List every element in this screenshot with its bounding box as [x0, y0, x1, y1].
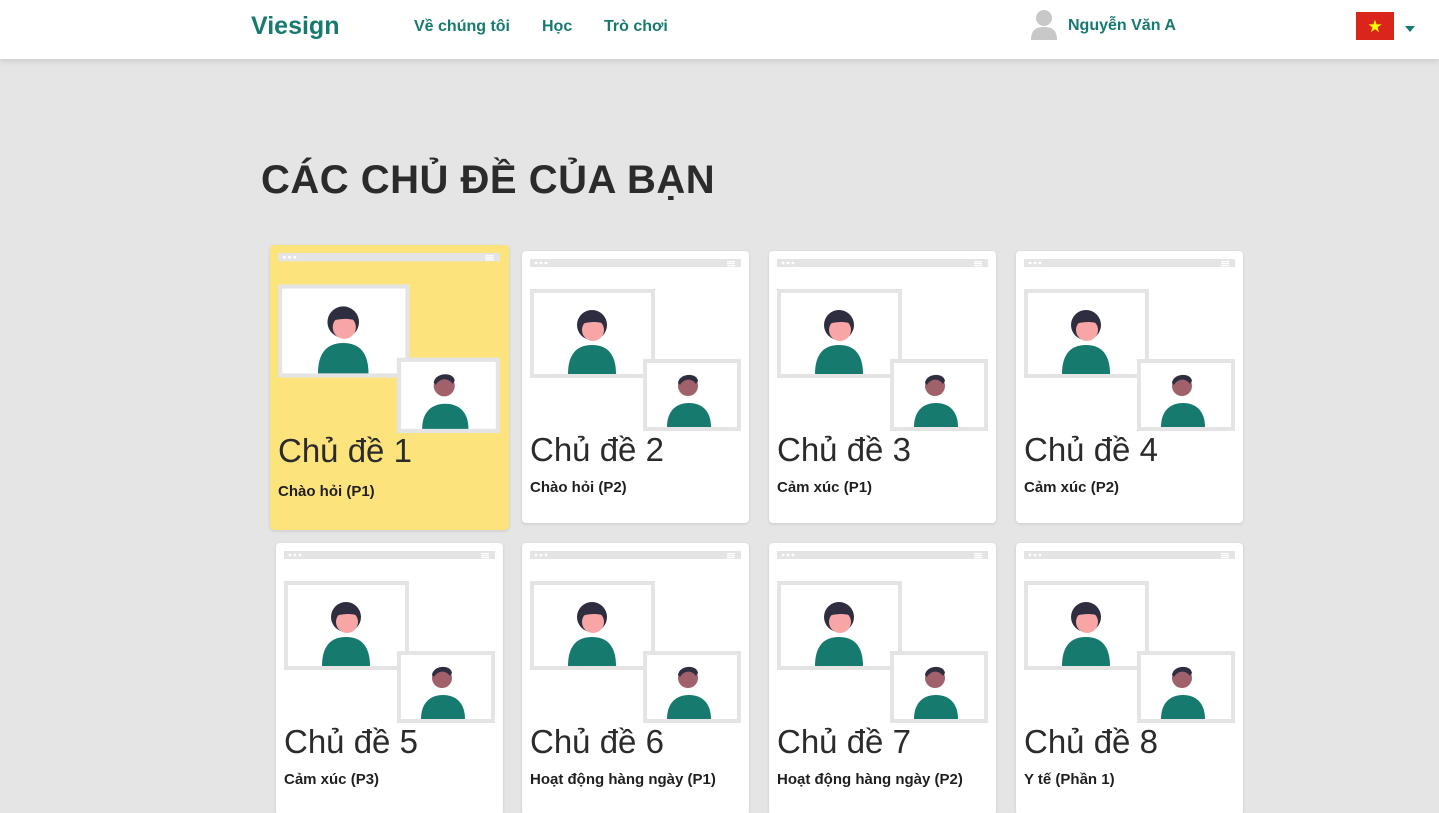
topic-title: Chủ đề 6 — [530, 723, 664, 760]
topic-subtitle: Chào hỏi (P1) — [278, 483, 375, 500]
topic-subtitle: Cảm xúc (P2) — [1024, 479, 1120, 496]
top-navbar: Viesign Về chúng tôi Học Trò chơi Nguyễn… — [0, 0, 1439, 59]
topic-subtitle: Cảm xúc (P3) — [284, 771, 380, 788]
topic-card-1[interactable]: Chủ đề 1 Chào hỏi (P1) — [270, 245, 509, 530]
topic-title: Chủ đề 1 — [278, 432, 412, 469]
topic-card-3[interactable]: Chủ đề 3 Cảm xúc (P1) — [769, 251, 996, 523]
video-call-illustration — [530, 259, 741, 431]
topic-subtitle: Y tế (Phần 1) — [1024, 771, 1115, 788]
page-title: CÁC CHỦ ĐỀ CỦA BẠN — [261, 158, 716, 202]
vietnam-flag-icon[interactable]: ★ — [1356, 12, 1394, 40]
topic-card-7[interactable]: Chủ đề 7 Hoạt động hàng ngày (P2) — [769, 543, 996, 813]
topic-title: Chủ đề 5 — [284, 723, 418, 760]
topic-card-4[interactable]: Chủ đề 4 Cảm xúc (P2) — [1016, 251, 1243, 523]
nav-link-learn[interactable]: Học — [542, 18, 572, 36]
video-call-illustration — [530, 551, 741, 723]
topic-title: Chủ đề 2 — [530, 431, 664, 468]
topic-subtitle: Cảm xúc (P1) — [777, 479, 873, 496]
video-call-illustration — [278, 253, 500, 433]
user-name: Nguyễn Văn A — [1068, 17, 1176, 34]
brand-logo[interactable]: Viesign — [251, 12, 339, 41]
topic-card-6[interactable]: Chủ đề 6 Hoạt động hàng ngày (P1) — [522, 543, 749, 813]
topic-subtitle: Hoạt động hàng ngày (P2) — [777, 771, 963, 788]
language-dropdown-icon[interactable] — [1405, 26, 1415, 32]
topic-card-5[interactable]: Chủ đề 5 Cảm xúc (P3) — [276, 543, 503, 813]
video-call-illustration — [777, 551, 988, 723]
topic-title: Chủ đề 4 — [1024, 431, 1158, 468]
topic-title: Chủ đề 7 — [777, 723, 911, 760]
video-call-illustration — [777, 259, 988, 431]
topic-title: Chủ đề 8 — [1024, 723, 1158, 760]
topic-card-8[interactable]: Chủ đề 8 Y tế (Phần 1) — [1016, 543, 1243, 813]
topic-subtitle: Chào hỏi (P2) — [530, 479, 627, 496]
avatar-icon — [1030, 8, 1058, 45]
topic-card-2[interactable]: Chủ đề 2 Chào hỏi (P2) — [522, 251, 749, 523]
nav-link-games[interactable]: Trò chơi — [604, 18, 668, 36]
video-call-illustration — [1024, 551, 1235, 723]
user-menu[interactable]: Nguyễn Văn A — [1030, 6, 1176, 46]
nav-link-about[interactable]: Về chúng tôi — [414, 18, 510, 36]
video-call-illustration — [1024, 259, 1235, 431]
topic-title: Chủ đề 3 — [777, 431, 911, 468]
video-call-illustration — [284, 551, 495, 723]
topic-subtitle: Hoạt động hàng ngày (P1) — [530, 771, 716, 788]
